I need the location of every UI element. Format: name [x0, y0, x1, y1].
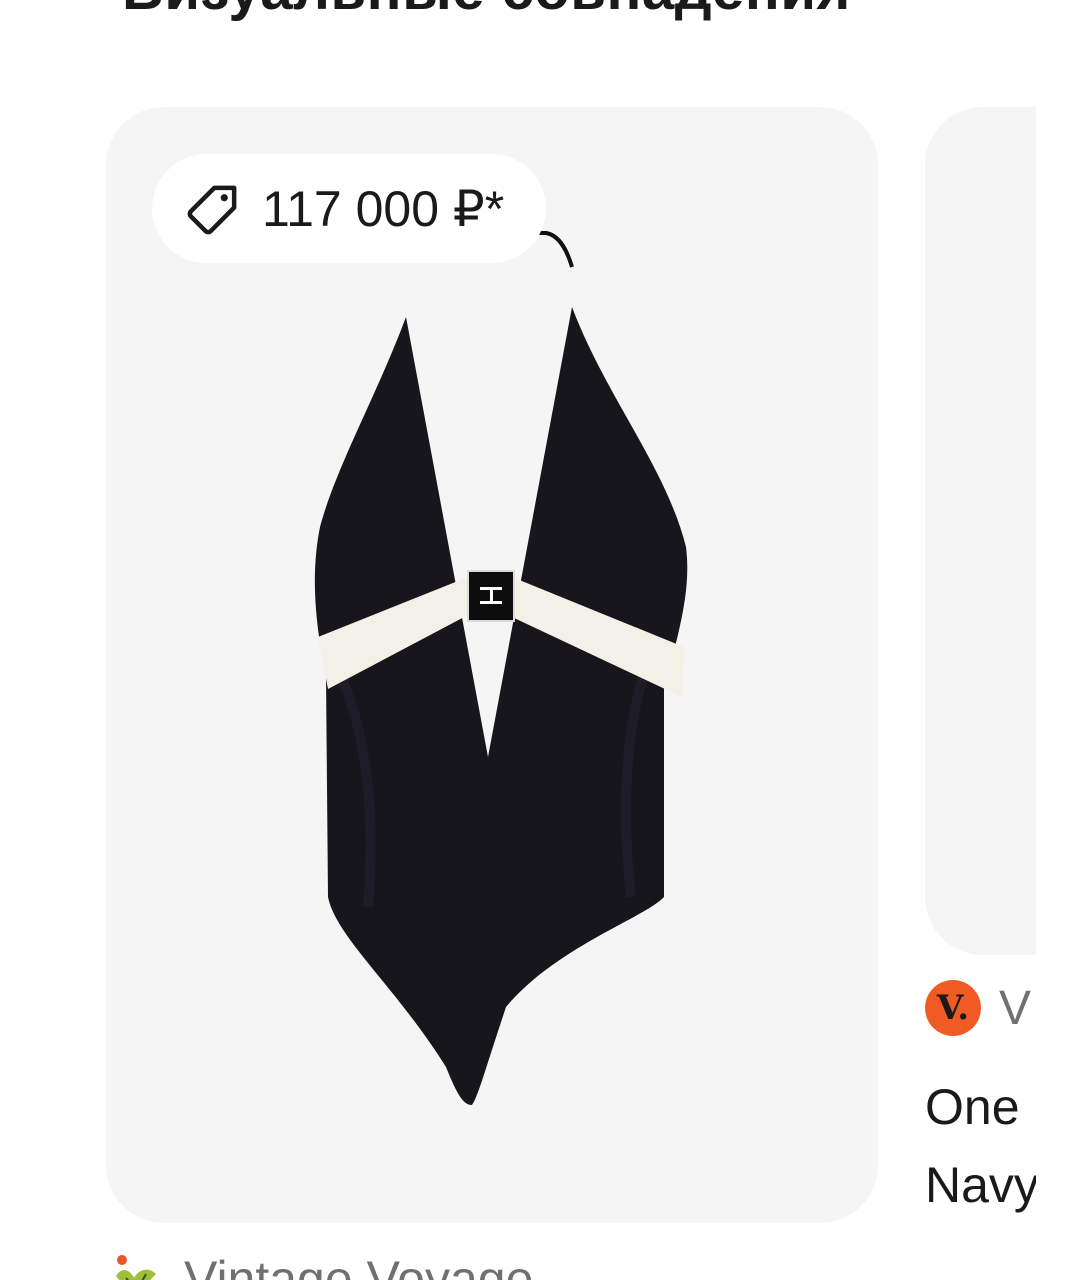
seller-name-1: Vintage Voyage: [184, 1251, 534, 1280]
price-text: 117 000 ₽*: [262, 180, 505, 237]
vintage-voyage-logo-icon: [116, 1255, 156, 1280]
price-tag-icon: [187, 185, 237, 234]
seller-card-1[interactable]: Vintage Voyage: [108, 1250, 533, 1280]
seller-logo-text: V.: [936, 988, 970, 1028]
carousel-edge: [1036, 0, 1080, 1280]
section-title: Визуальные совпадения: [122, 0, 851, 23]
product-card-1[interactable]: 117 000 ₽*: [106, 107, 878, 1223]
seller-logo-v: V.: [925, 980, 981, 1036]
visual-matches-page: Визуальные совпадения 117 000 ₽*: [0, 0, 1080, 1280]
price-badge: 117 000 ₽*: [152, 154, 547, 263]
seller-name-2: V: [999, 981, 1032, 1035]
product-image-swimsuit: [314, 230, 688, 1105]
seller-card-2[interactable]: V. V: [925, 980, 1031, 1036]
